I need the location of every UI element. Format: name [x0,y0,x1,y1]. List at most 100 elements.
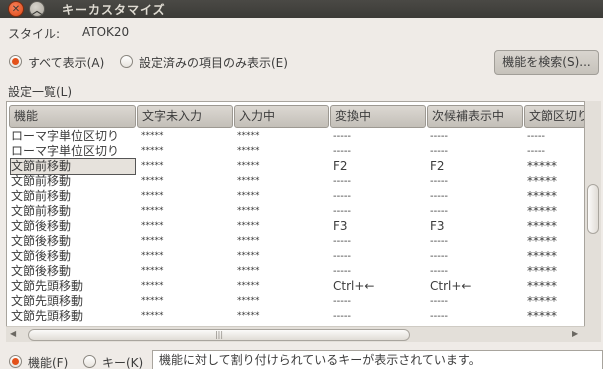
table-cell: 文節先頭移動 [11,294,84,308]
table-row[interactable]: 文節前移動 ***** ***** ----- ----- ***** [7,189,584,204]
table-cell: ***** [237,296,260,306]
function-radio-label[interactable]: 機能(F) [28,354,68,369]
table-cell: ----- [333,206,352,217]
table-cell: ----- [430,176,449,187]
table-cell: ***** [141,191,164,201]
table-cell: Ctrl+← [430,279,472,293]
vertical-scroll-thumb[interactable] [587,184,599,234]
column-header-no-input[interactable]: 文字未入力 [137,105,233,128]
table-cell: ***** [527,294,557,308]
table-cell: ***** [141,236,164,246]
settings-list[interactable]: 機能 文字未入力 入力中 変換中 次候補表示中 文節区切り ローマ字単位区切り *… [6,101,585,342]
table-cell: ***** [141,281,164,291]
table-row[interactable]: 文節前移動 ***** ***** ----- ----- ***** [7,174,584,189]
window-title: キーカスタマイズ [62,3,166,17]
column-header-next-candidate[interactable]: 次候補表示中 [427,105,523,128]
table-row[interactable]: 文節後移動 ***** ***** ----- ----- ***** [7,249,584,264]
table-cell: ***** [527,279,557,293]
table-cell: ----- [527,131,546,142]
table-cell: 文節前移動 [10,158,136,175]
key-radio-label[interactable]: キー(K) [102,354,143,369]
table-cell: ***** [141,176,164,186]
table-row[interactable]: 文節後移動 ***** ***** ----- ----- ***** [7,234,584,249]
table-cell: Ctrl+← [333,279,375,293]
table-cell: 文節先頭移動 [11,309,84,323]
style-value: ATOK20 [82,25,130,39]
scroll-right-icon[interactable]: ▶ [572,329,578,338]
table-cell: ----- [333,296,352,307]
table-cell: ***** [237,281,260,291]
table-cell: 文節前移動 [11,204,72,218]
table-cell: ***** [527,309,557,323]
table-cell: ***** [237,251,260,261]
table-cell: ----- [430,311,449,322]
column-header-converting[interactable]: 変換中 [330,105,426,128]
table-cell: ----- [430,266,449,277]
status-text: 機能に対して割り付けられているキーが表示されています。 [152,350,603,369]
table-cell: ***** [527,219,557,233]
table-row[interactable]: 文節前移動 ***** ***** F2 F2 ***** [7,158,584,175]
table-cell: ***** [141,266,164,276]
table-cell: ***** [141,296,164,306]
table-cell: ***** [237,311,260,321]
table-cell: 文節前移動 [11,189,72,203]
close-icon[interactable]: ✕ [8,1,24,17]
title-bar: ✕ ︿ キーカスタマイズ [0,0,603,18]
table-cell: ----- [430,296,449,307]
column-header-inputting[interactable]: 入力中 [234,105,329,128]
table-cell: ***** [527,204,557,218]
table-cell: ----- [527,146,546,157]
table-cell: ----- [430,146,449,157]
table-cell: ----- [430,131,449,142]
key-radio[interactable] [83,355,96,368]
table-cell: ***** [141,251,164,261]
table-cell: ローマ字単位区切り [11,129,120,143]
minimize-icon[interactable]: ︿ [29,1,45,17]
table-cell: ***** [237,131,260,141]
table-row[interactable]: ローマ字単位区切り ***** ***** ----- ----- ----- [7,129,584,144]
table-row[interactable]: 文節先頭移動 ***** ***** Ctrl+← Ctrl+← ***** [7,279,584,294]
horizontal-scroll-thumb[interactable]: ||| [28,329,410,341]
list-rows: ローマ字単位区切り ***** ***** ----- ----- ----- ローマ字単位… [7,129,584,324]
table-row[interactable]: ローマ字単位区切り ***** ***** ----- ----- ----- [7,144,584,159]
table-cell: ***** [527,234,557,248]
table-cell: ----- [333,236,352,247]
table-cell: ***** [527,159,557,173]
horizontal-scrollbar[interactable]: ◀ ||| ▶ [6,326,585,342]
table-row[interactable]: 文節後移動 ***** ***** F3 F3 ***** [7,219,584,234]
table-cell: ***** [141,146,164,156]
table-cell: F2 [430,159,445,173]
table-cell: ----- [430,191,449,202]
scroll-left-icon[interactable]: ◀ [10,329,16,338]
table-cell: 文節先頭移動 [11,279,84,293]
table-row[interactable]: 文節先頭移動 ***** ***** ----- ----- ***** [7,294,584,309]
function-radio[interactable] [9,355,22,368]
table-row[interactable]: 文節前移動 ***** ***** ----- ----- ***** [7,204,584,219]
table-cell: ***** [527,174,557,188]
table-cell: ***** [527,264,557,278]
search-function-button[interactable]: 機能を検索(S)... [494,50,599,75]
style-label: スタイル: [8,27,61,41]
table-row[interactable]: 文節先頭移動 ***** ***** ----- ----- ***** [7,309,584,324]
column-header-segment[interactable]: 文節区切り [524,105,584,128]
show-all-radio[interactable] [9,55,22,68]
table-cell: ----- [333,176,352,187]
table-cell: ***** [237,176,260,186]
table-cell: 文節後移動 [11,219,72,233]
show-all-label[interactable]: すべて表示(A) [28,54,104,71]
show-configured-radio[interactable] [120,55,133,68]
table-cell: F2 [333,159,348,173]
table-row[interactable]: 文節後移動 ***** ***** ----- ----- ***** [7,264,584,279]
table-cell: ***** [141,221,164,231]
table-cell: ----- [333,311,352,322]
table-cell: ***** [237,206,260,216]
table-cell: ***** [237,161,260,171]
column-header-function[interactable]: 機能 [9,105,136,128]
table-cell: ***** [141,206,164,216]
table-cell: ----- [333,251,352,262]
show-configured-label[interactable]: 設定済みの項目のみ表示(E) [139,54,288,71]
table-cell: 文節後移動 [11,264,72,278]
vertical-scrollbar[interactable] [585,101,601,342]
table-cell: ***** [527,249,557,263]
table-cell: 文節前移動 [11,174,72,188]
